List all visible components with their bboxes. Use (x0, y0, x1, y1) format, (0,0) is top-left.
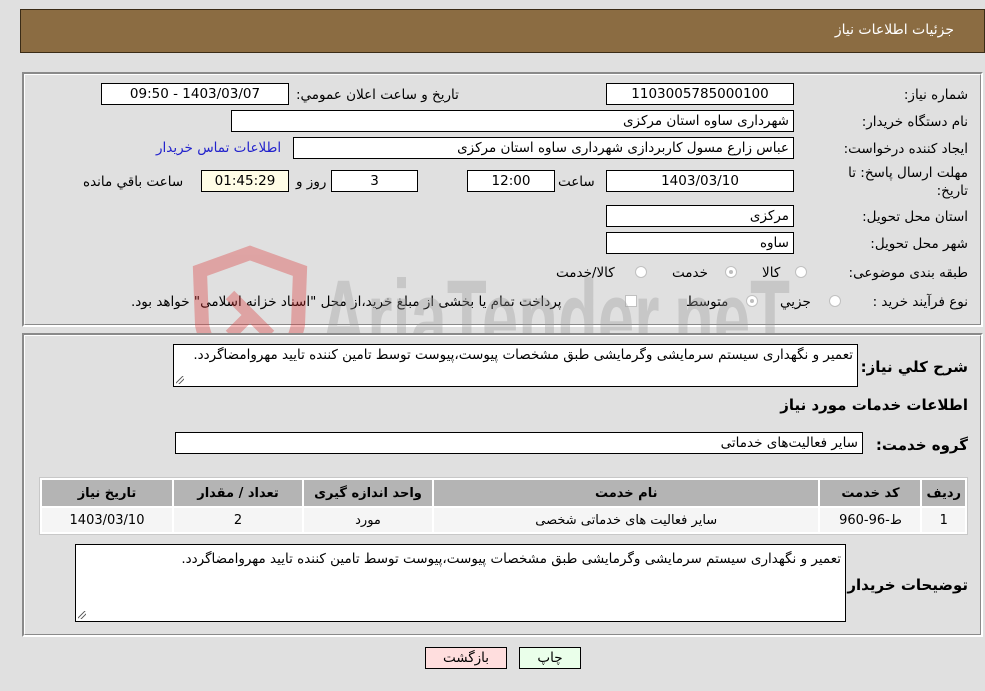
buyer-notes-label: توضيحات خريدار: (841, 576, 968, 594)
announce-datetime-field: 1403/03/07 - 09:50 (101, 83, 289, 105)
col-qty: تعداد / مقدار (174, 480, 302, 506)
page-header: جزئيات اطلاعات نياز (20, 9, 985, 53)
days-label: روز و (296, 174, 327, 190)
province-label: استان محل تحويل: (862, 209, 968, 225)
province-field: مرکزی (606, 205, 794, 227)
announce-label: تاريخ و ساعت اعلان عمومي: (296, 87, 459, 103)
city-field: ساوه (606, 232, 794, 254)
process-minor-label: جزيي (780, 294, 811, 310)
buyer-org-label: نام دستگاه خريدار: (861, 114, 968, 130)
time-remaining-label: ساعت باقي مانده (83, 174, 184, 190)
cell-qty: 2 (174, 508, 302, 532)
category-radio-goods-service[interactable] (635, 266, 647, 278)
col-date: تاريخ نياز (42, 480, 172, 506)
buyer-notes-textarea[interactable]: تعمير و نگهداری سيستم سرمايشی وگرمايشی ط… (75, 544, 846, 622)
creator-field: عباس زارع مسول کاربردازی شهرداری ساوه اس… (293, 137, 794, 159)
col-name: نام خدمت (434, 480, 819, 506)
deadline-time-field: 12:00 (467, 170, 555, 192)
services-table: رديف کد خدمت نام خدمت واحد اندازه گيری ت… (39, 477, 968, 535)
buyer-notes-text: تعمير و نگهداری سيستم سرمايشی وگرمايشی ط… (181, 551, 841, 567)
category-radio-service[interactable] (725, 266, 737, 278)
service-group-field: ساير فعاليت‌های خدماتی (175, 432, 863, 454)
city-label: شهر محل تحويل: (870, 236, 968, 252)
description-text: تعمير و نگهداری سيستم سرمايشی وگرمايشی ط… (193, 347, 853, 363)
page-title: جزئيات اطلاعات نياز (834, 22, 954, 38)
cell-unit: مورد (304, 508, 432, 532)
category-service-label: خدمت (672, 265, 708, 281)
category-label: طبقه بندی موضوعی: (848, 265, 968, 281)
time-remaining-field: 01:45:29 (201, 170, 289, 192)
description-textarea[interactable]: تعمير و نگهداری سيستم سرمايشی وگرمايشی ط… (173, 344, 858, 387)
col-row: رديف (922, 480, 965, 506)
deadline-label-2: تاريخ: (936, 183, 968, 199)
process-radio-minor[interactable] (829, 295, 841, 307)
resize-grip-icon[interactable] (78, 611, 86, 619)
buyer-contact-link[interactable]: اطلاعات تماس خريدار (156, 140, 281, 156)
process-medium-label: متوسط (686, 294, 729, 310)
process-label: نوع فرآيند خريد : (872, 294, 968, 310)
buyer-org-field: شهرداری ساوه استان مرکزی (231, 110, 794, 132)
days-remaining-field: 3 (331, 170, 418, 192)
category-goods-label: کالا (762, 265, 781, 281)
col-unit: واحد اندازه گيری (304, 480, 432, 506)
treasury-checkbox-label: پرداخت تمام يا بخشی از مبلغ خريد،از محل … (131, 294, 562, 310)
services-section-title: اطلاعات خدمات مورد نياز (780, 396, 968, 414)
category-radio-goods[interactable] (795, 266, 807, 278)
need-number-field: 1103005785000100 (606, 83, 794, 105)
cell-row: 1 (922, 508, 965, 532)
service-group-label: گروه خدمت: (875, 436, 968, 454)
table-row: 1 ط-96-960 ساير فعاليت های خدماتی شخصی م… (42, 508, 965, 532)
category-goods-service-label: کالا/خدمت (556, 265, 615, 281)
cell-code: ط-96-960 (820, 508, 921, 532)
deadline-label-1: مهلت ارسال پاسخ: تا (848, 165, 968, 181)
deadline-date-field: 1403/03/10 (606, 170, 794, 192)
back-button[interactable]: بازگشت (425, 647, 507, 669)
cell-name: ساير فعاليت های خدماتی شخصی (434, 508, 819, 532)
print-button[interactable]: چاپ (519, 647, 581, 669)
cell-date: 1403/03/10 (42, 508, 172, 532)
treasury-checkbox[interactable] (625, 295, 637, 307)
deadline-time-label: ساعت (558, 174, 595, 190)
col-code: کد خدمت (820, 480, 921, 506)
resize-grip-icon[interactable] (176, 376, 184, 384)
need-number-label: شماره نياز: (903, 87, 968, 103)
creator-label: ايجاد کننده درخواست: (843, 141, 968, 157)
services-table-header: رديف کد خدمت نام خدمت واحد اندازه گيری ت… (42, 480, 965, 506)
description-label: شرح کلي نياز: (860, 358, 968, 376)
process-radio-medium[interactable] (746, 295, 758, 307)
